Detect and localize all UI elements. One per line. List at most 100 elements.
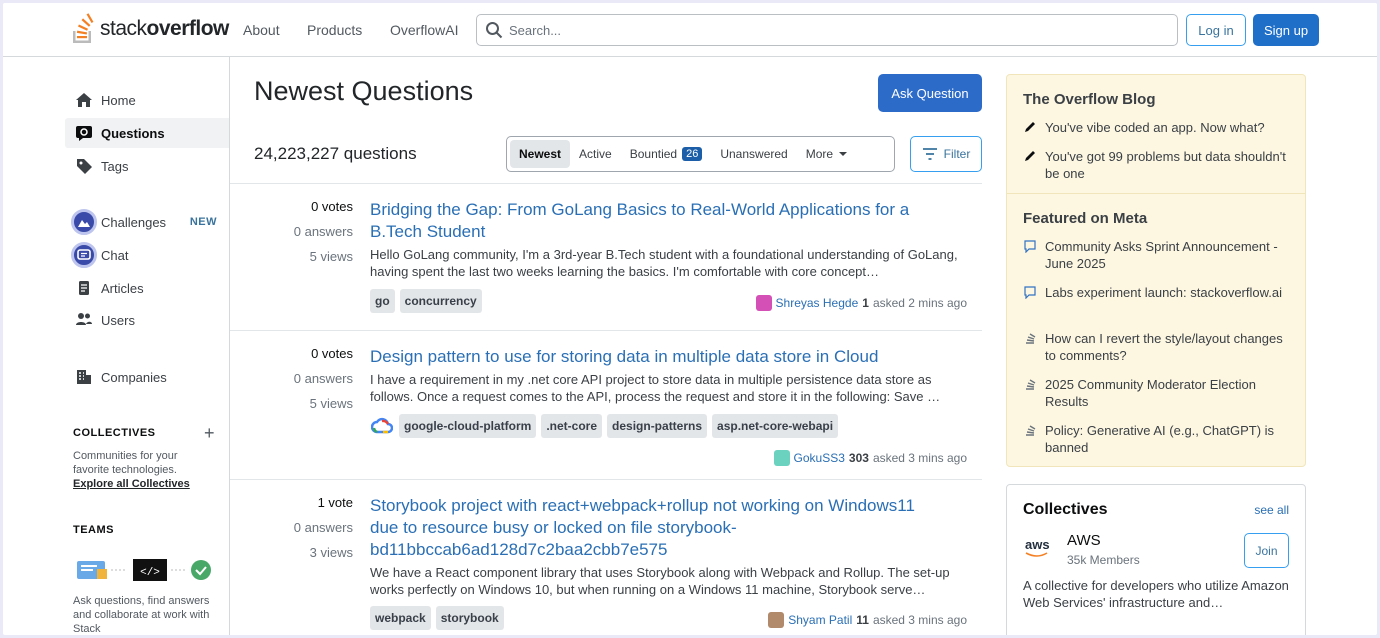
tab-active[interactable]: Active (570, 140, 621, 168)
google-cloud-collective-icon[interactable] (370, 414, 394, 438)
meta-post-link[interactable]: 2025 Community Moderator Election Result… (1023, 376, 1293, 410)
meta-post-link[interactable]: Community Asks Sprint Announcement - Jun… (1023, 238, 1293, 272)
tag-icon (75, 157, 93, 175)
tag-concurrency[interactable]: concurrency (399, 289, 482, 313)
tag-go[interactable]: go (370, 289, 395, 313)
answer-count: 0 answers (293, 224, 353, 239)
meta-post-link[interactable]: How can I revert the style/layout change… (1023, 330, 1293, 364)
top-bar: stackoverflow About Products OverflowAI … (3, 3, 1377, 57)
blog-heading: The Overflow Blog (1023, 91, 1156, 108)
nav-about[interactable]: About (243, 22, 280, 38)
logo-text: stackoverflow (100, 17, 229, 40)
tag-webpack[interactable]: webpack (370, 606, 431, 630)
collectives-heading: COLLECTIVES (73, 427, 156, 439)
sidebar-item-tags[interactable]: Tags (65, 151, 229, 181)
aws-logo-text: aws (1025, 537, 1050, 552)
search-box[interactable] (476, 14, 1178, 46)
add-collective-icon[interactable]: + (204, 424, 215, 442)
question-summary: 0 votes 0 answers 5 views Bridging the G… (230, 184, 982, 331)
explore-collectives-link[interactable]: Explore all Collectives (73, 478, 190, 490)
blog-post-link[interactable]: You've got 99 problems but data shouldn'… (1023, 148, 1293, 182)
question-title-link[interactable]: Bridging the Gap: From GoLang Basics to … (370, 199, 930, 243)
view-count: 3 views (309, 545, 353, 560)
question-stats: 0 votes 0 answers 5 views (230, 346, 353, 421)
question-count: 24,223,227 questions (254, 144, 417, 163)
tag-asp-net-core-webapi[interactable]: asp.net-core-webapi (712, 414, 839, 438)
sidebar-item-questions[interactable]: Questions (65, 118, 229, 148)
tag-design-patterns[interactable]: design-patterns (607, 414, 708, 438)
collective-members: 35k Members (1067, 553, 1140, 567)
user-link[interactable]: Shyam Patil (788, 613, 852, 627)
sidebar-item-chat[interactable]: Chat (65, 240, 229, 270)
user-reputation: 1 (862, 296, 869, 310)
blog-post-link[interactable]: You've vibe coded an app. Now what? (1023, 119, 1293, 136)
tag-google-cloud-platform[interactable]: google-cloud-platform (399, 414, 537, 438)
meta-post-link[interactable]: Policy: Generative AI (e.g., ChatGPT) is… (1023, 422, 1293, 456)
page-title: Newest Questions (254, 76, 474, 106)
teams-description: Ask questions, find answers and collabor… (73, 595, 210, 635)
user-link[interactable]: Shreyas Hegde (776, 296, 859, 310)
sidebar-item-label: Chat (101, 247, 129, 263)
sidebar-item-label: Articles (101, 280, 144, 296)
tag-net-core[interactable]: .net-core (541, 414, 603, 438)
signup-button[interactable]: Sign up (1253, 14, 1319, 46)
join-button[interactable]: Join (1244, 533, 1289, 568)
avatar[interactable] (768, 612, 785, 628)
user-link[interactable]: GokuSS3 (794, 451, 845, 465)
blog-post-title: You've vibe coded an app. Now what? (1045, 120, 1265, 135)
avatar[interactable] (773, 450, 790, 466)
companies-icon (75, 368, 93, 386)
filter-button[interactable]: Filter (910, 136, 982, 172)
user-reputation: 303 (848, 451, 869, 465)
question-tags: go concurrency (370, 289, 482, 313)
left-sidebar: Home Questions Tags Challenges NEW Chat … (3, 57, 230, 635)
sidebar-item-label: Home (101, 92, 136, 108)
asked-time: asked 3 mins ago (872, 613, 967, 627)
nav-overflowai[interactable]: OverflowAI (390, 22, 458, 38)
tab-label: More (805, 147, 834, 161)
question-meta: Shreyas Hegde 1 asked 2 mins ago (755, 295, 967, 311)
question-title-link[interactable]: Storybook project with react+webpack+rol… (370, 495, 930, 561)
teams-heading: TEAMS (73, 524, 114, 536)
sidebar-item-users[interactable]: Users (65, 305, 229, 335)
meta-post-link[interactable]: Labs experiment launch: stackoverflow.ai (1023, 284, 1293, 301)
aws-logo[interactable]: aws (1025, 537, 1050, 558)
tag-storybook[interactable]: storybook (435, 606, 504, 630)
avatar[interactable] (755, 295, 772, 311)
tab-more[interactable]: More (797, 140, 856, 168)
question-tags: webpack storybook (370, 606, 504, 630)
see-all-link[interactable]: see all (1254, 503, 1289, 517)
svg-text:</>: </> (140, 567, 160, 579)
sidebar-item-label: Tags (101, 158, 129, 174)
stackoverflow-logo[interactable]: stackoverflow (71, 13, 229, 45)
login-button[interactable]: Log in (1186, 14, 1246, 46)
filter-label: Filter (943, 147, 971, 161)
sidebar-item-label: Questions (101, 125, 165, 141)
nav-products[interactable]: Products (307, 22, 362, 38)
chat-icon (71, 242, 97, 268)
tab-bountied[interactable]: Bountied 26 (621, 140, 712, 168)
sidebar-item-home[interactable]: Home (65, 85, 229, 115)
new-badge: NEW (189, 216, 217, 228)
sidebar-item-companies[interactable]: Companies (65, 362, 229, 392)
sidebar-item-challenges[interactable]: Challenges NEW (65, 207, 229, 237)
question-list: 0 votes 0 answers 5 views Bridging the G… (230, 183, 982, 630)
view-count: 5 views (309, 396, 353, 411)
question-title-link[interactable]: Design pattern to use for storing data i… (370, 346, 970, 368)
search-input[interactable] (509, 22, 1109, 38)
sidebar-item-articles[interactable]: Articles (65, 273, 229, 303)
blog-post-title: You've got 99 problems but data shouldn'… (1045, 149, 1286, 181)
pencil-icon (1025, 122, 1035, 132)
stack-icon (1026, 333, 1036, 344)
speech-bubble-icon (1024, 286, 1036, 299)
question-summary: 0 votes 0 answers 5 views Design pattern… (230, 331, 982, 480)
tab-unanswered[interactable]: Unanswered (711, 140, 796, 168)
teams-illustration: </> (75, 555, 225, 585)
tab-newest[interactable]: Newest (510, 140, 571, 168)
ask-question-button[interactable]: Ask Question (878, 74, 982, 112)
questions-icon (75, 124, 93, 142)
overflow-blog-widget: The Overflow Blog You've vibe coded an a… (1006, 74, 1306, 467)
question-excerpt: We have a React component library that u… (370, 565, 950, 597)
meta-post-title: Community Asks Sprint Announcement - Jun… (1045, 239, 1278, 271)
collective-name[interactable]: AWS (1067, 532, 1101, 549)
